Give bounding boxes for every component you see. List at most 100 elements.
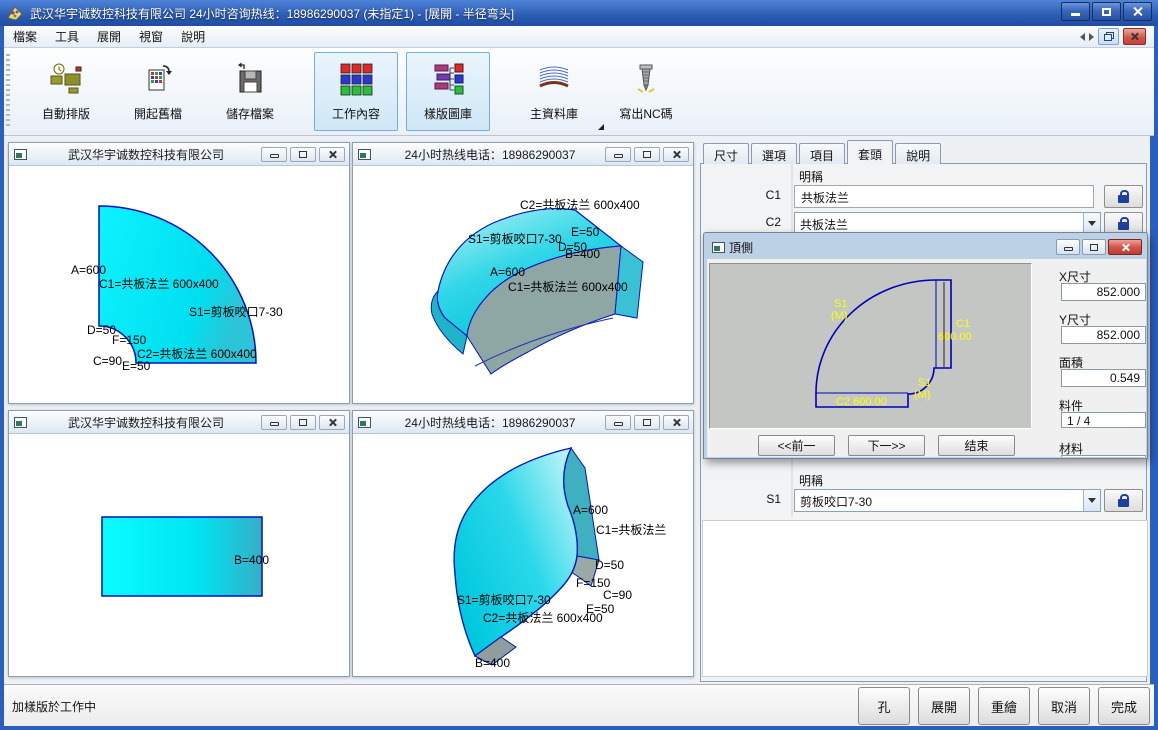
mdi-close-icon — [1130, 32, 1139, 41]
dropdown-button[interactable] — [1083, 490, 1100, 511]
toolbar-overflow-icon[interactable] — [598, 124, 604, 130]
save-file-label: 儲存檔案 — [226, 105, 274, 122]
material-field[interactable] — [1061, 455, 1146, 457]
dim-label: B=400 — [234, 553, 269, 567]
menu-bar: 檔案 工具 展開 視窗 說明 — [4, 26, 1154, 48]
child-window-icon — [358, 149, 371, 160]
child-maximize-button[interactable] — [634, 147, 660, 162]
row-key-c1: C1 — [701, 188, 787, 202]
maximize-button[interactable] — [1092, 2, 1121, 21]
mdi-close-button[interactable] — [1123, 28, 1146, 45]
dialog-minimize-button[interactable] — [1056, 239, 1080, 255]
dim-label: C2=共板法兰 600x400 — [483, 611, 603, 625]
tab-dimensions[interactable]: 尺寸 — [703, 143, 749, 164]
dialog-title: 頂側 — [729, 239, 1056, 256]
mdi-restore-button[interactable] — [1098, 28, 1119, 45]
dialog-content: S1 (M) C1 600.00 S1 (M) C2 600.00 X尺寸 85… — [707, 259, 1146, 457]
dim-label: S1=剪板咬口7-30 — [457, 592, 551, 607]
save-file-icon — [232, 59, 268, 99]
nav-right-icon[interactable] — [1089, 33, 1094, 41]
open-file-button[interactable]: 開起舊檔 — [116, 52, 200, 131]
s1-lock-button[interactable] — [1104, 489, 1143, 512]
hole-button[interactable]: 孔 — [858, 687, 910, 725]
minimize-icon — [270, 154, 279, 158]
preview-3d-canvas-bottom[interactable]: A=600 C1=共板法兰 D=50 F=150 C=90 S1=剪板咬口7-3… — [353, 434, 693, 676]
maximize-icon — [299, 151, 307, 158]
nav-left-icon[interactable] — [1080, 33, 1085, 41]
s1-combobox[interactable]: 剪板咬口7-30 — [794, 489, 1101, 512]
menu-unfold[interactable]: 展開 — [88, 25, 130, 48]
tab-options[interactable]: 選項 — [751, 143, 797, 164]
finish-button[interactable]: 完成 — [1098, 687, 1150, 725]
child-title-bar[interactable]: 武汉华宇诚数控科技有限公司 — [9, 411, 349, 434]
dim-label: C1=共板法兰 — [596, 523, 666, 537]
canvas-label: S1 — [918, 377, 931, 389]
write-nc-button[interactable]: 寫出NC碼 — [604, 52, 688, 131]
main-database-button[interactable]: 主資料庫 — [512, 52, 596, 131]
area-field[interactable]: 0.549 — [1061, 369, 1146, 387]
minimize-icon — [614, 422, 623, 426]
tab-connectors[interactable]: 套頭 — [847, 140, 893, 164]
open-file-label: 開起舊檔 — [134, 105, 182, 122]
menu-window[interactable]: 視窗 — [130, 25, 172, 48]
y-size-field[interactable]: 852.000 — [1061, 326, 1146, 344]
top-side-view-canvas[interactable]: S1 (M) C1 600.00 S1 (M) C2 600.00 — [709, 263, 1032, 429]
child-minimize-button[interactable] — [261, 415, 287, 430]
maximize-icon — [643, 419, 651, 426]
child-close-button[interactable] — [319, 415, 345, 430]
close-button[interactable] — [1123, 2, 1152, 21]
canvas-label: C2 600.00 — [836, 396, 887, 408]
restore-icon — [1104, 32, 1114, 41]
flat-pattern-canvas[interactable]: A=600 C1=共板法兰 600x400 S1=剪板咬口7-30 D=50 F… — [9, 166, 349, 403]
child-minimize-button[interactable] — [261, 147, 287, 162]
previous-button[interactable]: <<前一 — [758, 435, 835, 456]
flat-rectangle-canvas[interactable]: B=400 — [9, 434, 349, 676]
tab-items[interactable]: 項目 — [799, 143, 845, 164]
child-maximize-button[interactable] — [290, 415, 316, 430]
window-controls — [1061, 2, 1152, 21]
part-field[interactable]: 1 / 4 — [1061, 412, 1146, 428]
toolbar-grip[interactable] — [6, 54, 10, 128]
section-header: 明稱 — [799, 168, 823, 185]
child-close-button[interactable] — [319, 147, 345, 162]
minimize-button[interactable] — [1061, 2, 1090, 21]
child-minimize-button[interactable] — [605, 147, 631, 162]
child-title-bar[interactable]: 24小时热线电话：18986290037 — [353, 143, 693, 166]
menu-file[interactable]: 檔案 — [4, 25, 46, 48]
dim-label: A=600 — [573, 503, 608, 517]
x-size-field[interactable]: 852.000 — [1061, 283, 1146, 301]
dim-label: C2=共板法兰 600x400 — [520, 198, 640, 212]
dialog-close-button[interactable] — [1108, 239, 1142, 255]
auto-nest-button[interactable]: 自動排版 — [24, 52, 108, 131]
dim-label: F=150 — [112, 333, 147, 347]
child-window-icon — [358, 417, 371, 428]
next-button[interactable]: 下一>> — [848, 435, 925, 456]
template-library-button[interactable]: 樣版圖庫 — [406, 52, 490, 131]
menu-tools[interactable]: 工具 — [46, 25, 88, 48]
child-window-rectangle: 武汉华宇诚数控科技有限公司 B=400 — [8, 410, 350, 677]
dialog-maximize-button[interactable] — [1082, 239, 1106, 255]
child-title-bar[interactable]: 24小时热线电话：18986290037 — [353, 411, 693, 434]
child-close-button[interactable] — [663, 147, 689, 162]
panel-tabs: 尺寸 選項 項目 套頭 說明 — [703, 140, 943, 164]
child-title-bar[interactable]: 武汉华宇诚数控科技有限公司 — [9, 143, 349, 166]
cancel-button[interactable]: 取消 — [1038, 687, 1090, 725]
c1-value-field[interactable]: 共板法兰 — [794, 185, 1094, 208]
redraw-button[interactable]: 重繪 — [978, 687, 1030, 725]
child-window-title: 24小时热线电话：18986290037 — [375, 146, 605, 163]
work-content-button[interactable]: 工作內容 — [314, 52, 398, 131]
save-file-button[interactable]: 儲存檔案 — [208, 52, 292, 131]
c1-lock-button[interactable] — [1104, 185, 1143, 208]
dropdown-button[interactable] — [1083, 213, 1100, 234]
child-window-3d-bottom: 24小时热线电话：18986290037 A=600 C1=共板法兰 — [352, 410, 694, 677]
menu-help[interactable]: 說明 — [172, 25, 214, 48]
child-minimize-button[interactable] — [605, 415, 631, 430]
child-maximize-button[interactable] — [634, 415, 660, 430]
child-maximize-button[interactable] — [290, 147, 316, 162]
tab-notes[interactable]: 說明 — [895, 143, 941, 164]
dialog-title-bar[interactable]: 頂側 — [707, 235, 1144, 259]
preview-3d-canvas-top[interactable]: C2=共板法兰 600x400 S1=剪板咬口7-30 E=50 D=50 B=… — [353, 166, 693, 403]
end-button[interactable]: 结束 — [938, 435, 1015, 456]
unfold-button[interactable]: 展開 — [918, 687, 970, 725]
child-close-button[interactable] — [663, 415, 689, 430]
